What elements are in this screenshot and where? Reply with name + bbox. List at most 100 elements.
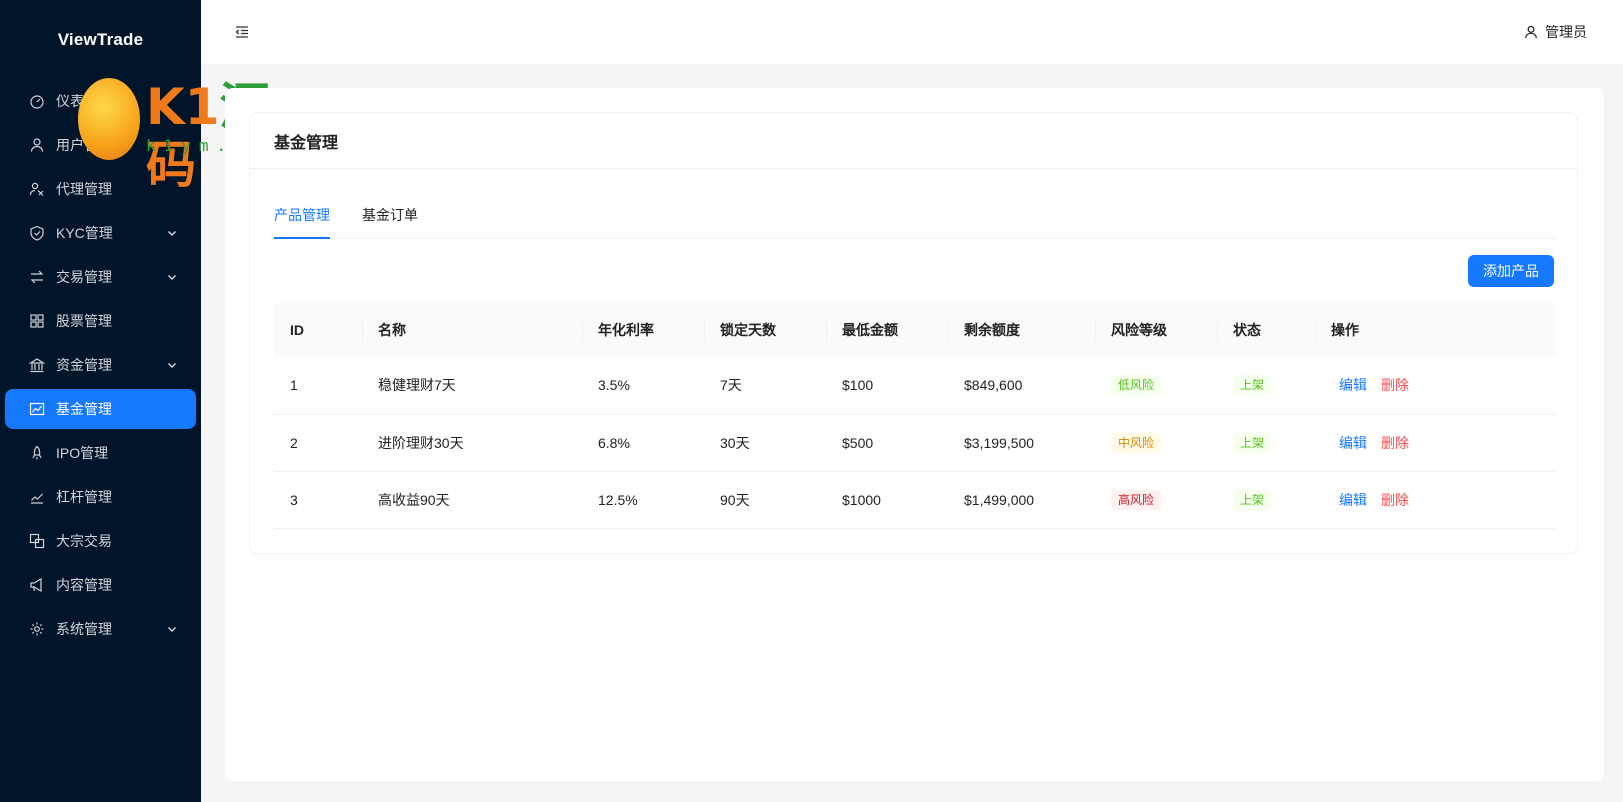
sidebar-item-3[interactable]: 代理管理 [5,169,196,209]
sidebar-item-label: 基金管理 [56,401,112,417]
column-header: ID [274,303,362,357]
sidebar-item-6[interactable]: 股票管理 [5,301,196,341]
table-row: 2 进阶理财30天 6.8% 30天 $500 $3,199,500 中风险 上架 编辑 删除 [274,414,1555,472]
agent-icon [29,181,45,197]
delete-link[interactable]: 删除 [1381,492,1409,508]
sidebar-item-label: 股票管理 [56,313,112,329]
sidebar-item-8[interactable]: 基金管理 [5,389,196,429]
grid-icon [29,313,45,329]
column-header: 操作 [1315,303,1555,357]
column-header: 名称 [362,303,582,357]
sidebar-item-label: 仪表盘 [56,93,98,109]
cell-remaining: $3,199,500 [948,414,1095,472]
fund-chart-icon [29,401,45,417]
sidebar-menu: 仪表盘用户管理代理管理 KYC管理交易管理股票管理资金管理基金管理 IPO管理杠杆管… [0,81,201,653]
risk-badge: 低风险 [1111,375,1162,396]
column-separator [582,321,583,341]
column-separator [1315,321,1316,341]
table-body: 1 稳健理财7天 3.5% 7天 $100 $849,600 低风险 上架 编辑 删除 2 进阶理财3… [274,357,1555,529]
tab-product-management[interactable]: 产品管理 [274,193,330,239]
user-name: 管理员 [1545,24,1587,40]
bank-icon [29,357,45,373]
cell-days: 90天 [704,471,826,529]
column-header-label: 剩余额度 [964,322,1020,338]
column-header-label: 名称 [378,322,406,338]
sidebar-item-11[interactable]: 大宗交易 [5,521,196,561]
sidebar-item-2[interactable]: 用户管理 [5,125,196,165]
delete-link[interactable]: 删除 [1381,377,1409,393]
sidebar-item-5[interactable]: 交易管理 [5,257,196,297]
cell-risk: 高风险 [1095,471,1217,529]
tab-fund-orders[interactable]: 基金订单 [362,193,418,238]
edit-link[interactable]: 编辑 [1339,377,1367,393]
column-separator [826,321,827,341]
cell-risk: 低风险 [1095,357,1217,415]
sidebar-item-label: 杠杆管理 [56,489,112,505]
sidebar-item-4[interactable]: KYC管理 [5,213,196,253]
chevron-down-icon [166,622,178,634]
cell-rate: 12.5% [582,471,704,529]
cell-min-amount: $100 [826,357,948,415]
column-header-label: 年化利率 [598,322,654,338]
status-badge: 上架 [1233,375,1272,396]
edit-link[interactable]: 编辑 [1339,492,1367,508]
cell-days: 7天 [704,357,826,415]
gear-icon [29,621,45,637]
cell-min-amount: $1000 [826,471,948,529]
sidebar-item-13[interactable]: 系统管理 [5,609,196,649]
sidebar: ViewTrade 仪表盘 用户管理 代理管理 KYC管理 交易管理 股票管理 资金管理 基金… [0,0,201,802]
column-separator [1217,321,1218,341]
table-header: ID 名称 年化利率 锁定天数 最低金额 剩余额度 风险等级 状态 操作 [274,303,1555,357]
cell-rate: 3.5% [582,357,704,415]
cell-min-amount: $500 [826,414,948,472]
column-header: 剩余额度 [948,303,1095,357]
cell-rate: 6.8% [582,414,704,472]
status-badge: 上架 [1233,432,1272,453]
cell-remaining: $849,600 [948,357,1095,415]
cell-remaining: $1,499,000 [948,471,1095,529]
sidebar-item-label: 系统管理 [56,621,112,637]
cell-status: 上架 [1217,414,1315,472]
rocket-icon [29,445,45,461]
cell-actions: 编辑 删除 [1315,414,1555,472]
shield-check-icon [29,225,45,241]
swap-icon [29,269,45,285]
column-header: 锁定天数 [704,303,826,357]
column-header: 最低金额 [826,303,948,357]
cell-id: 2 [274,414,362,472]
sidebar-item-10[interactable]: 杠杆管理 [5,477,196,517]
megaphone-icon [29,577,45,593]
column-separator [362,321,363,341]
sidebar-item-label: 用户管理 [56,137,112,153]
edit-link[interactable]: 编辑 [1339,435,1367,451]
sidebar-item-label: IPO管理 [56,445,109,461]
column-header-label: 风险等级 [1111,322,1167,338]
cell-id: 1 [274,357,362,415]
menu-collapse-icon[interactable] [234,24,250,40]
sidebar-item-9[interactable]: IPO管理 [5,433,196,473]
cell-actions: 编辑 删除 [1315,357,1555,415]
add-product-button[interactable]: 添加产品 [1468,255,1554,287]
sidebar-item-1[interactable]: 仪表盘 [5,81,196,121]
user-icon [29,137,45,153]
tabs: 产品管理 基金订单 [274,193,1555,239]
sidebar-item-7[interactable]: 资金管理 [5,345,196,385]
table-row: 3 高收益90天 12.5% 90天 $1000 $1,499,000 高风险 上架 编辑 删除 [274,471,1555,529]
column-header: 年化利率 [582,303,704,357]
dashboard-icon [29,93,45,109]
cell-risk: 中风险 [1095,414,1217,472]
status-badge: 上架 [1233,489,1272,510]
user-icon [1525,25,1537,39]
sidebar-item-label: 交易管理 [56,269,112,285]
table-row: 1 稳健理财7天 3.5% 7天 $100 $849,600 低风险 上架 编辑 删除 [274,357,1555,415]
sidebar-item-12[interactable]: 内容管理 [5,565,196,605]
delete-link[interactable]: 删除 [1381,435,1409,451]
sidebar-item-label: 代理管理 [56,181,112,197]
cell-name: 进阶理财30天 [362,414,582,472]
top-header: 管理员 [201,0,1623,64]
column-separator [704,321,705,341]
card-title: 基金管理 [250,113,1577,169]
user-menu[interactable]: 管理员 [1524,22,1587,42]
column-separator [1095,321,1096,341]
column-header: 风险等级 [1095,303,1217,357]
